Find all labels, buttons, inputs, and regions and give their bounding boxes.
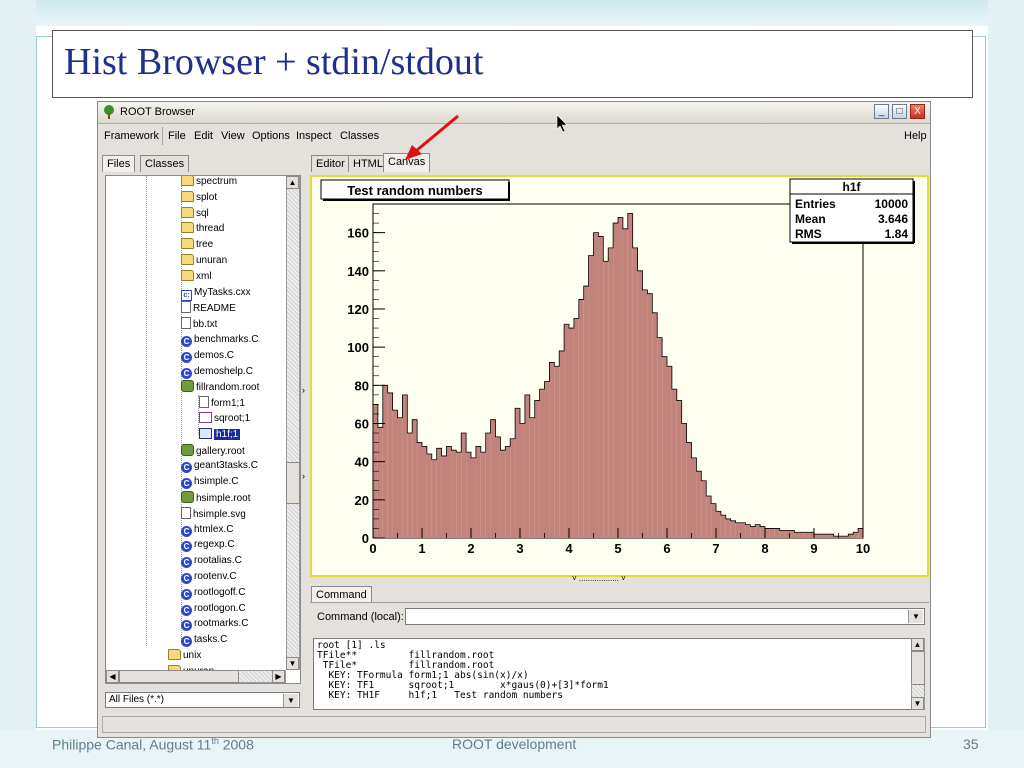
- annotation-layer: [405, 114, 568, 160]
- page-number: 35: [963, 736, 979, 752]
- footer-author-text: Philippe Canal, August 11: [52, 736, 212, 753]
- footer-center: ROOT development: [452, 736, 577, 752]
- footer-author: Philippe Canal, August 11th 2008: [52, 736, 254, 753]
- footer-superscript: th: [211, 736, 219, 746]
- annotation-arrow-icon: [415, 114, 459, 153]
- footer-year: 2008: [218, 736, 254, 753]
- mouse-cursor-icon: [556, 114, 568, 133]
